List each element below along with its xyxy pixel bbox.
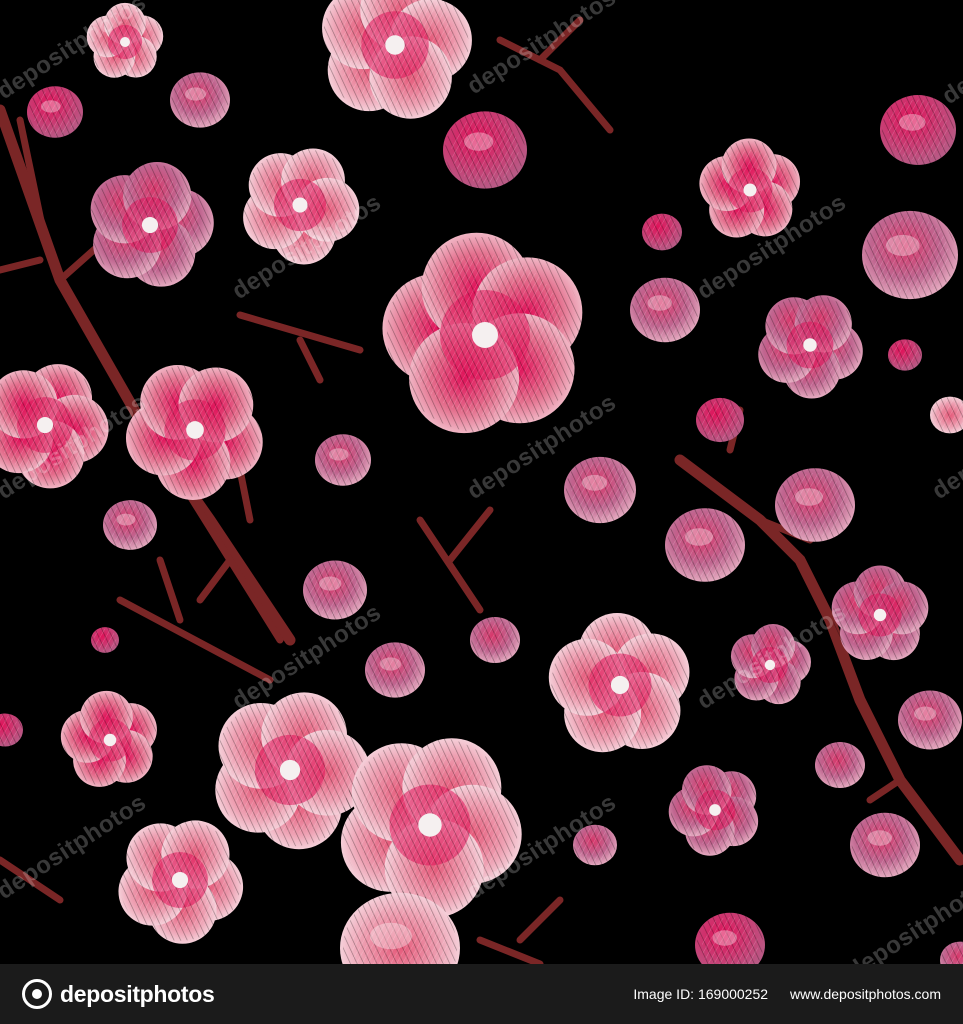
- blossom-bud: [815, 741, 865, 789]
- blossom-flower: [89, 162, 214, 287]
- stock-image-preview: depositphotos depositphotos depositphotos d…: [0, 0, 963, 1024]
- blossom-bud: [103, 499, 157, 551]
- branch-stroke: [116, 596, 274, 684]
- branch-stroke: [476, 936, 544, 964]
- blossom-bud: [27, 85, 83, 139]
- blossom-bud: [365, 641, 425, 699]
- blossom-bud: [170, 71, 230, 129]
- blossom-bud: [862, 209, 958, 301]
- branch-stroke: [516, 896, 564, 944]
- blossom-flower: [321, 0, 472, 119]
- blossom-flower: [548, 613, 690, 754]
- branch-stroke: [446, 506, 494, 564]
- site-url-link[interactable]: www.depositphotos.com: [790, 986, 941, 1002]
- branch-stroke: [296, 336, 324, 384]
- blossom-flower: [758, 294, 863, 399]
- blossom-bud: [443, 110, 527, 190]
- depositphotos-logo[interactable]: depositphotos: [22, 979, 215, 1009]
- depositphotos-logo-icon: [22, 979, 52, 1009]
- blossom-bud: [470, 616, 520, 664]
- blossom-flower: [118, 819, 244, 944]
- branch-stroke: [156, 556, 184, 624]
- blossom-flower: [60, 690, 158, 788]
- blossom-bud: [695, 911, 765, 964]
- blossom-bud: [630, 276, 700, 344]
- footer-meta: Image ID: 169000252 www.depositphotos.co…: [633, 986, 941, 1002]
- blossom-bud: [315, 433, 371, 487]
- blossom-flower: [668, 765, 760, 856]
- branch-stroke: [0, 256, 44, 274]
- blossom-bud: [665, 507, 745, 583]
- stock-footer-bar: depositphotos Image ID: 169000252 www.de…: [0, 964, 963, 1024]
- blossom-bud: [898, 689, 962, 751]
- blossom-bud: [880, 93, 956, 167]
- blossom-bud: [940, 941, 963, 964]
- image-id-label: Image ID: 169000252: [633, 986, 769, 1002]
- blossom-flower: [382, 232, 583, 434]
- branch-stroke: [196, 556, 234, 604]
- blossom-bud: [91, 626, 119, 654]
- blossom-bud: [0, 712, 23, 748]
- branch-stroke: [856, 696, 894, 764]
- blossom-bud: [850, 811, 920, 879]
- blossom-bud: [888, 338, 922, 372]
- blossom-bud: [564, 455, 636, 525]
- blossom-bud: [930, 396, 963, 434]
- branch-stroke: [866, 776, 904, 804]
- blossom-bud: [642, 213, 682, 251]
- logo-text: depositphotos: [60, 980, 215, 1007]
